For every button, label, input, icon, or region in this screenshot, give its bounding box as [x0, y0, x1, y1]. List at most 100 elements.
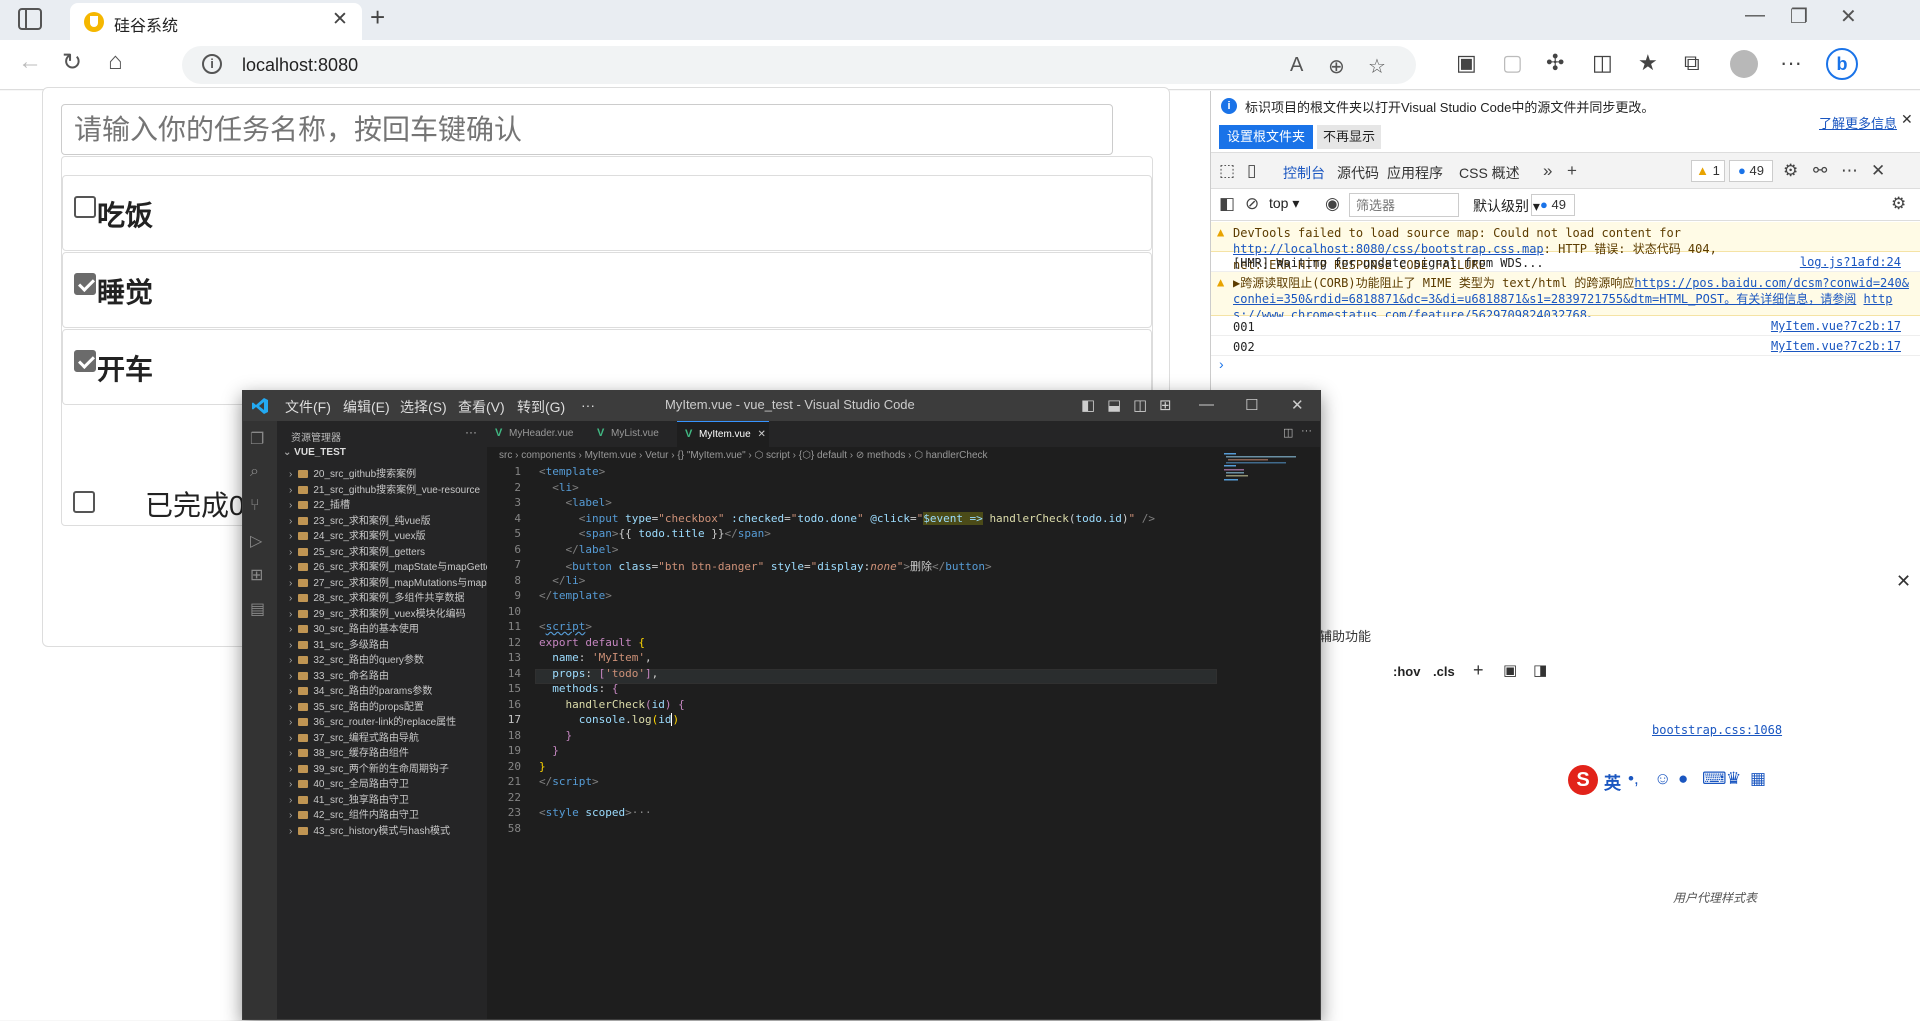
menu-edit[interactable]: 编辑(E) — [343, 397, 390, 417]
console-prompt-icon[interactable]: › — [1219, 356, 1224, 372]
explorer-folder-item[interactable]: › 42_src_组件内路由守卫 — [289, 806, 419, 821]
dont-show-again-button[interactable]: 不再显示 — [1317, 125, 1381, 149]
settings-icon[interactable]: ⚙ — [1783, 161, 1798, 181]
workspace-root[interactable]: ⌄ VUE_TEST — [283, 447, 346, 458]
connect-icon[interactable]: ⚯ — [1813, 161, 1827, 181]
computed-sidebar-icon[interactable]: ◨ — [1533, 661, 1547, 679]
context-select[interactable]: top ▾ — [1269, 195, 1321, 217]
explorer-folder-item[interactable]: › 31_src_多级路由 — [289, 636, 389, 651]
explorer-folder-item[interactable]: › 35_src_路由的props配置 — [289, 698, 424, 713]
explorer-folder-item[interactable]: › 34_src_路由的params参数 — [289, 682, 432, 697]
style-source-link[interactable]: bootstrap.css:1068 — [1652, 723, 1782, 737]
vs-maximize-icon[interactable]: ☐ — [1245, 396, 1258, 414]
url-text[interactable]: localhost:8080 — [242, 55, 358, 76]
run-debug-icon[interactable]: ▷ — [250, 531, 270, 551]
explorer-folder-item[interactable]: › 33_src_命名路由 — [289, 667, 389, 682]
browser-tab[interactable]: 硅谷系统 ✕ — [70, 3, 362, 40]
minimap[interactable] — [1222, 451, 1302, 491]
warnings-badge[interactable]: ▲ 1 — [1691, 160, 1725, 182]
bing-icon[interactable]: b — [1826, 48, 1858, 80]
zoom-icon[interactable]: ⊕ — [1328, 54, 1345, 79]
menu-view[interactable]: 查看(V) — [458, 397, 505, 417]
explorer-folder-item[interactable]: › 30_src_路由的基本使用 — [289, 620, 419, 635]
more-menu-icon[interactable]: ··· — [1780, 50, 1802, 76]
live-expression-icon[interactable]: ◉ — [1325, 194, 1340, 214]
console-filter-input[interactable] — [1349, 193, 1459, 217]
toggle-secondary-sidebar-icon[interactable]: ◫ — [1133, 396, 1147, 414]
element-state-icon[interactable]: ▣ — [1503, 661, 1517, 679]
skin-icon[interactable]: ♛ — [1726, 769, 1741, 789]
todo-checkbox[interactable] — [74, 273, 96, 295]
menu-go[interactable]: 转到(G) — [517, 397, 565, 417]
explorer-folder-item[interactable]: › 27_src_求和案例_mapMutations与mapA... — [289, 574, 502, 589]
learn-more-link[interactable]: 了解更多信息 — [1819, 113, 1897, 132]
editor-more-icon[interactable]: ··· — [1301, 425, 1312, 437]
clear-console-icon[interactable]: ⊘ — [1245, 194, 1259, 214]
messages-badge[interactable]: ● 49 — [1729, 160, 1773, 182]
extension2-icon[interactable]: ▢ — [1502, 50, 1523, 76]
explorer-folder-item[interactable]: › 25_src_求和案例_getters — [289, 543, 425, 558]
lower-pane-close-icon[interactable]: ✕ — [1896, 571, 1911, 592]
explorer-folder-item[interactable]: › 43_src_history模式与hash模式 — [289, 822, 450, 837]
explorer-folder-item[interactable]: › 24_src_求和案例_vuex版 — [289, 527, 426, 542]
explorer-folder-item[interactable]: › 32_src_路由的query参数 — [289, 651, 424, 666]
tab-close-icon[interactable]: ✕ — [332, 8, 348, 31]
site-info-icon[interactable]: i — [202, 54, 222, 74]
explorer-folder-item[interactable]: › 28_src_求和案例_多组件共享数据 — [289, 589, 464, 604]
menu-file[interactable]: 文件(F) — [285, 397, 331, 417]
remote-explorer-icon[interactable]: ▤ — [250, 599, 270, 619]
tab-actions-icon[interactable] — [18, 8, 42, 30]
todo-checkbox[interactable] — [74, 196, 96, 218]
explorer-folder-item[interactable]: › 26_src_求和案例_mapState与mapGetters — [289, 558, 500, 573]
toggle-sidebar-icon[interactable]: ◧ — [1081, 396, 1095, 414]
issues-badge[interactable]: ● 49 — [1531, 194, 1575, 216]
explorer-icon[interactable]: ❐ — [250, 429, 270, 449]
devtools-close-icon[interactable]: ✕ — [1871, 161, 1885, 181]
read-aloud-icon[interactable]: A — [1290, 54, 1303, 77]
select-all-checkbox[interactable] — [73, 491, 95, 513]
explorer-folder-item[interactable]: › 40_src_全局路由守卫 — [289, 775, 409, 790]
log-source-link[interactable]: MyItem.vue?7c2b:17 — [1771, 319, 1901, 333]
add-tab-icon[interactable]: + — [1567, 161, 1577, 181]
inspect-icon[interactable]: ⬚ — [1219, 161, 1235, 181]
vs-minimize-icon[interactable]: — — [1199, 396, 1214, 413]
vs-close-icon[interactable]: ✕ — [1291, 396, 1304, 414]
more-tabs-icon[interactable]: » — [1543, 161, 1552, 181]
tab-console[interactable]: 控制台 — [1283, 163, 1325, 192]
explorer-folder-item[interactable]: › 38_src_缓存路由组件 — [289, 744, 409, 759]
back-icon[interactable]: ← — [18, 48, 42, 76]
tab-myitem[interactable]: V MyItem.vue ✕ — [677, 421, 769, 447]
tab-mylist[interactable]: V MyList.vue — [589, 421, 677, 447]
sogou-icon[interactable]: S — [1568, 765, 1598, 795]
log-level-select[interactable]: 默认级别 ▾ — [1473, 196, 1540, 216]
infobar-close-icon[interactable]: ✕ — [1901, 111, 1913, 128]
explorer-folder-item[interactable]: › 20_src_github搜索案例 — [289, 465, 416, 480]
extension-icon[interactable]: ▣ — [1456, 50, 1477, 76]
explorer-folder-item[interactable]: › 37_src_编程式路由导航 — [289, 729, 419, 744]
toggle-panel-icon[interactable]: ⬓ — [1107, 396, 1121, 414]
devtools-more-icon[interactable]: ⋯ — [1841, 161, 1858, 181]
explorer-more-icon[interactable]: ··· — [465, 425, 477, 439]
emoji-icon[interactable]: ☺ — [1654, 769, 1671, 789]
menu-selection[interactable]: 选择(S) — [400, 397, 447, 417]
customize-layout-icon[interactable]: ⊞ — [1159, 396, 1172, 414]
log-source-link[interactable]: MyItem.vue?7c2b:17 — [1771, 339, 1901, 353]
tab-application[interactable]: 应用程序 — [1387, 163, 1443, 183]
search-icon[interactable]: ⌕ — [250, 463, 270, 483]
explorer-folder-item[interactable]: › 36_src_router-link的replace属性 — [289, 713, 456, 728]
set-root-folder-button[interactable]: 设置根文件夹 — [1219, 125, 1313, 149]
keyboard-icon[interactable]: ⌨ — [1702, 769, 1727, 789]
explorer-folder-item[interactable]: › 21_src_github搜索案例_vue-resource — [289, 481, 480, 496]
hover-state-button[interactable]: :hov — [1393, 664, 1420, 679]
todo-checkbox[interactable] — [74, 350, 96, 372]
extensions-view-icon[interactable]: ⊞ — [250, 565, 270, 585]
profile-avatar[interactable] — [1730, 50, 1758, 78]
class-toggle-button[interactable]: .cls — [1433, 664, 1455, 679]
extensions-icon[interactable]: ✣ — [1546, 50, 1564, 76]
breadcrumb[interactable]: src › components › MyItem.vue › Vetur › … — [499, 450, 988, 461]
todo-item[interactable]: 睡觉 — [62, 252, 1152, 328]
restore-icon[interactable]: ❐ — [1790, 4, 1808, 29]
microphone-icon[interactable]: ● — [1678, 769, 1688, 789]
accessibility-tab[interactable]: 辅助功能 — [1319, 626, 1371, 645]
split-editor-icon[interactable]: ◫ — [1283, 426, 1293, 439]
